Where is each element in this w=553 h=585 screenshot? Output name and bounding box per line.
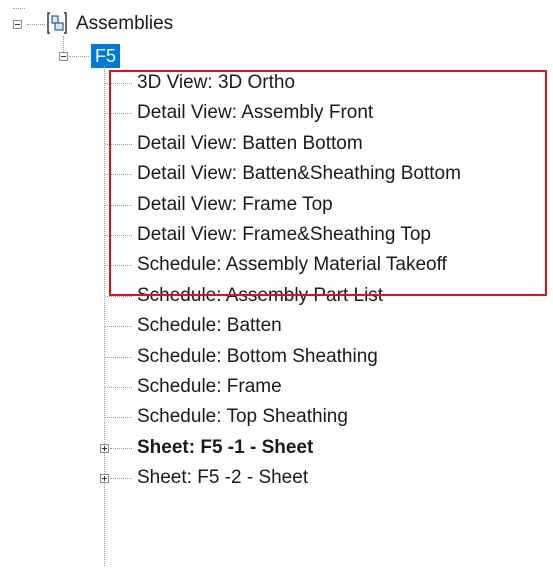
tree-connector — [69, 56, 89, 57]
tree-node-view[interactable]: Schedule: Batten — [137, 311, 282, 341]
tree-connector — [105, 235, 132, 236]
tree-connector — [110, 448, 132, 449]
tree-connector — [105, 417, 132, 418]
tree-connector — [105, 326, 132, 327]
tree-connector — [105, 387, 132, 388]
tree-connector — [13, 8, 25, 9]
tree-node-assemblies[interactable]: Assemblies — [76, 9, 173, 39]
tree-node-view[interactable]: Schedule: Bottom Sheathing — [137, 342, 378, 372]
collapse-assemblies-toggle[interactable] — [13, 20, 22, 29]
collapse-f5-toggle[interactable] — [59, 52, 68, 61]
project-browser-tree: Assemblies F5 3D View: 3D Ortho Detail Vi… — [0, 0, 553, 585]
expand-toggle[interactable] — [100, 474, 109, 483]
tree-node-f5-selected[interactable]: F5 — [91, 44, 121, 68]
tree-connector — [105, 265, 132, 266]
tree-connector — [27, 24, 45, 25]
tree-connector — [105, 174, 132, 175]
tree-node-view[interactable]: Detail View: Batten Bottom — [137, 129, 363, 159]
tree-node-view[interactable]: Detail View: Frame&Sheathing Top — [137, 220, 431, 250]
tree-connector — [105, 357, 132, 358]
tree-connector — [104, 66, 105, 566]
tree-connector — [105, 113, 132, 114]
tree-node-view[interactable]: Sheet: F5 -1 - Sheet — [137, 433, 313, 463]
tree-node-view[interactable]: Schedule: Top Sheathing — [137, 402, 348, 432]
tree-node-view[interactable]: Schedule: Assembly Material Takeoff — [137, 250, 447, 280]
tree-node-view[interactable]: Detail View: Assembly Front — [137, 98, 373, 128]
tree-node-view[interactable]: Detail View: Frame Top — [137, 190, 333, 220]
tree-connector — [110, 478, 132, 479]
tree-connector — [63, 36, 64, 52]
tree-connector — [105, 83, 132, 84]
tree-node-view[interactable]: Detail View: Batten&Sheathing Bottom — [137, 159, 461, 189]
tree-node-view[interactable]: Schedule: Assembly Part List — [137, 281, 383, 311]
expand-toggle[interactable] — [100, 444, 109, 453]
tree-node-view[interactable]: Sheet: F5 -2 - Sheet — [137, 463, 308, 493]
tree-node-view[interactable]: 3D View: 3D Ortho — [137, 68, 295, 98]
tree-connector — [105, 144, 132, 145]
tree-node-view[interactable]: Schedule: Frame — [137, 372, 282, 402]
tree-connector — [105, 296, 132, 297]
assembly-icon — [47, 12, 67, 34]
tree-connector — [105, 205, 132, 206]
